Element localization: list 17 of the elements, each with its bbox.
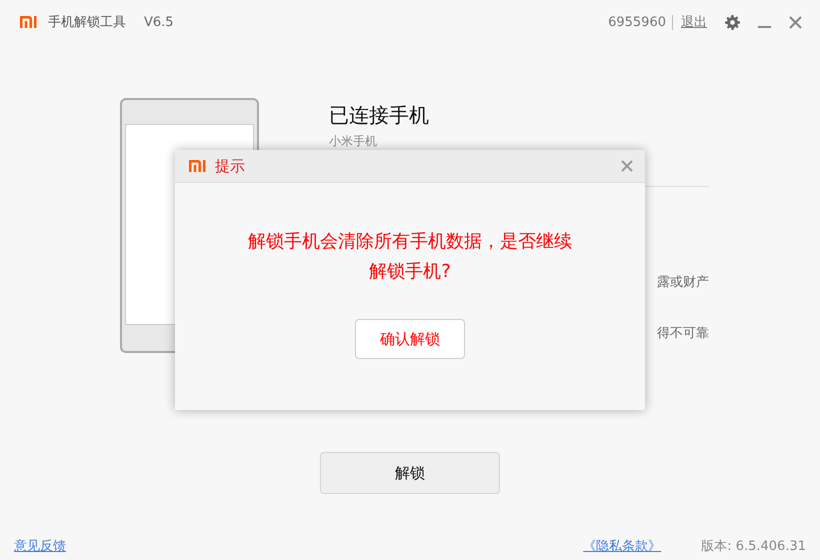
logout-link[interactable]: 退出 [681, 13, 707, 31]
feedback-link[interactable]: 意见反馈 [14, 537, 66, 555]
close-icon[interactable] [621, 160, 633, 172]
version-label: V6.5 [144, 14, 174, 30]
confirm-button[interactable]: 确认解锁 [355, 319, 465, 359]
warning-message: 解锁手机会清除所有手机数据，是否继续解锁手机? [247, 230, 573, 284]
unlock-button[interactable]: 解锁 [320, 452, 500, 494]
privacy-link[interactable]: 《隐私条款》 [583, 537, 662, 555]
notice-text: 得不可靠 [657, 325, 709, 342]
device-title: 已连接手机 [329, 102, 430, 129]
settings-icon[interactable] [725, 14, 740, 30]
app-title: 手机解锁工具 [48, 14, 126, 31]
close-icon[interactable] [789, 16, 802, 28]
notice-text: 露或财产 [657, 274, 709, 291]
account-id: 6955960 [608, 14, 673, 30]
dialog-title: 提示 [215, 156, 245, 176]
version-text: 版本: 6.5.406.31 [701, 538, 806, 555]
